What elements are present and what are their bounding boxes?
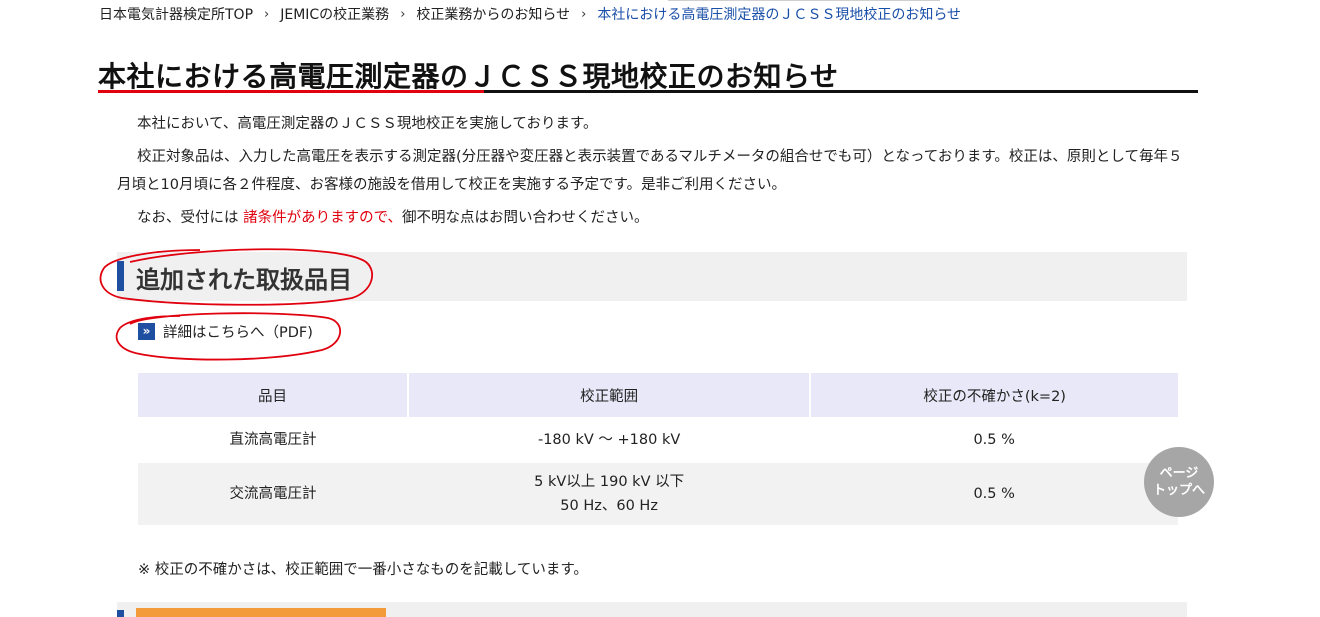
table-cell-uncertainty: 0.5 % (810, 461, 1178, 525)
next-section-accent-bar (117, 610, 124, 617)
section-title: 追加された取扱品目 (136, 266, 352, 294)
section-accent-bar (117, 261, 124, 291)
breadcrumb: 日本電気計器検定所TOP › JEMICの校正業務 › 校正業務からのお知らせ … (99, 4, 961, 24)
breadcrumb-separator-icon: › (264, 6, 270, 22)
intro-paragraph-1: 本社において、高電圧測定器のＪＣＳＳ現地校正を実施しております。 (137, 116, 598, 132)
intro-paragraph-3: なお、受付には 諸条件がありますので、御不明な点はお問い合わせください。 (117, 204, 1192, 232)
uncertainty-note: ※ 校正の不確かさは、校正範囲で一番小さなものを記載しています。 (138, 562, 588, 578)
table-row: 直流高電圧計 -180 kV 〜 +180 kV 0.5 % (138, 417, 1178, 463)
table-cell-uncertainty: 0.5 % (810, 417, 1178, 463)
top-divider (668, 0, 940, 1)
breadcrumb-item-current: 本社における高電圧測定器のＪＣＳＳ現地校正のお知らせ (597, 7, 962, 23)
page-top-button[interactable]: ページ トップへ (1144, 447, 1214, 517)
breadcrumb-separator-icon: › (581, 6, 587, 22)
pdf-details-link[interactable]: » 詳細はこちらへ（PDF) (138, 321, 313, 342)
table-cell-range: -180 kV 〜 +180 kV (407, 417, 811, 463)
page-top-label-1: ページ (1159, 466, 1199, 481)
breadcrumb-item-news[interactable]: 校正業務からのお知らせ (416, 4, 570, 24)
next-section-highlight (136, 608, 386, 617)
conditions-notice: 諸条件がありますので、 (243, 210, 403, 226)
intro-paragraph-2: 校正対象品は、入力した高電圧を表示する測定器(分圧器や変圧器と表示装置であるマル… (117, 149, 1183, 193)
table-header-row: 品目 校正範囲 校正の不確かさ(k=2) (138, 373, 1178, 418)
table-header-uncertainty: 校正の不確かさ(k=2) (810, 373, 1178, 418)
page-top-label-2: トップへ (1152, 483, 1205, 498)
breadcrumb-item-jemic[interactable]: JEMICの校正業務 (280, 4, 389, 24)
double-chevron-icon: » (138, 323, 155, 340)
table-cell-range-line-2: 50 Hz、60 Hz (560, 498, 658, 514)
table-cell-range: 5 kV以上 190 kV 以下 50 Hz、60 Hz (407, 461, 811, 525)
table-cell-item: 交流高電圧計 (138, 461, 408, 525)
breadcrumb-separator-icon: › (400, 6, 406, 22)
intro-paragraph-3-text: なお、受付には (137, 210, 244, 226)
page-title: 本社における高電圧測定器のＪＣＳＳ現地校正のお知らせ (98, 60, 839, 93)
pdf-link-label: 詳細はこちらへ（PDF) (163, 325, 313, 341)
intro-paragraph-3-text-end: 御不明な点はお問い合わせください。 (402, 210, 649, 226)
table-header-item: 品目 (138, 373, 409, 418)
table-header-range: 校正範囲 (407, 373, 812, 418)
breadcrumb-item-top[interactable]: 日本電気計器検定所TOP (99, 4, 253, 24)
table-row: 交流高電圧計 5 kV以上 190 kV 以下 50 Hz、60 Hz 0.5 … (138, 461, 1178, 525)
table-cell-item: 直流高電圧計 (138, 417, 408, 463)
calibration-table: 品目 校正範囲 校正の不確かさ(k=2) 直流高電圧計 -180 kV 〜 +1… (138, 373, 1178, 525)
calibration-table-wrapper: 品目 校正範囲 校正の不確かさ(k=2) 直流高電圧計 -180 kV 〜 +1… (138, 373, 1178, 525)
title-underline-accent (98, 90, 484, 93)
table-cell-range-line-1: 5 kV以上 190 kV 以下 (534, 474, 685, 490)
page: 日本電気計器検定所TOP › JEMICの校正業務 › 校正業務からのお知らせ … (0, 0, 1320, 617)
